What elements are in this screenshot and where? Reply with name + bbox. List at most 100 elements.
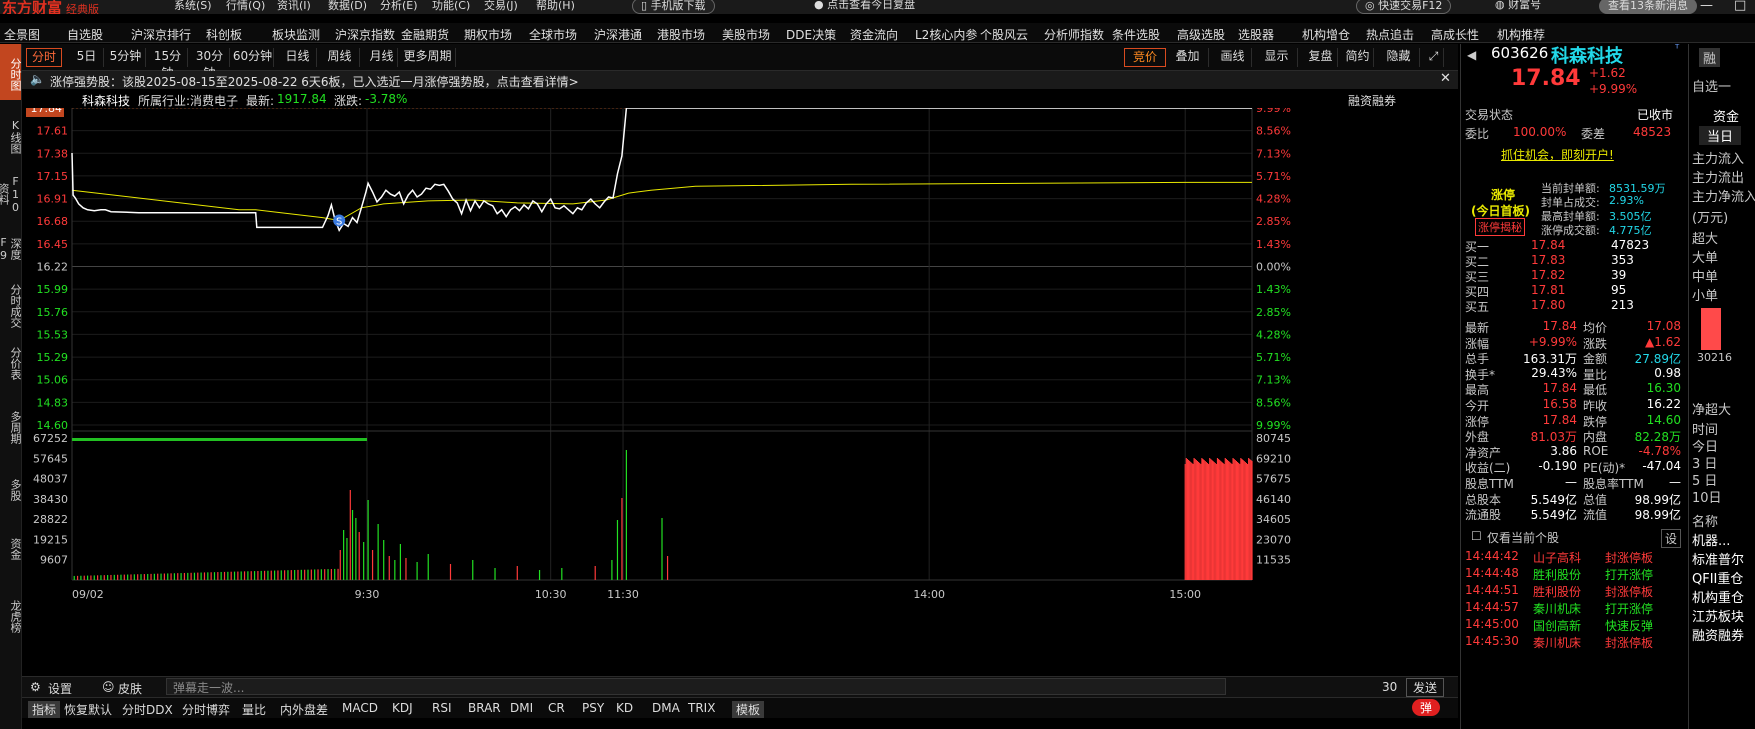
indicator-3[interactable]: 分时DDX [122, 701, 173, 718]
chart-tool-5[interactable]: 复盘 [1304, 48, 1338, 67]
left-nav-6[interactable]: 分价表 [0, 336, 22, 386]
tick-stock[interactable]: 胜利股份 [1533, 583, 1581, 600]
nav-8[interactable]: 期权市场 [464, 26, 512, 43]
sector-name[interactable]: 江苏板块 [1692, 606, 1744, 625]
period-1[interactable]: 分时 [26, 48, 62, 67]
limit-up-notice[interactable]: 🔈 涨停强势股：该股2025-08-15至2025-08-22 6天6板，已入选… [22, 71, 1458, 89]
chart-tool-2[interactable]: 叠加 [1167, 48, 1209, 67]
left-nav-1[interactable]: 分时图 [0, 44, 22, 100]
fund-tab[interactable]: 资金 [1713, 106, 1739, 125]
period-4[interactable]: 15分钟 [148, 48, 188, 80]
ticker-settings-button[interactable]: 设 [1661, 529, 1682, 548]
chart-tool-4[interactable]: 显示 [1256, 48, 1298, 67]
indicator-14[interactable]: KD [616, 701, 633, 715]
nav-23[interactable]: 高成长性 [1431, 26, 1479, 43]
prev-stock-icon[interactable]: ◀ [1467, 48, 1476, 62]
left-nav-4[interactable]: 深度F9 [0, 224, 22, 270]
nav-1[interactable]: 全景图 [4, 26, 40, 43]
indicator-12[interactable]: CR [548, 701, 565, 715]
nav-9[interactable]: 全球市场 [529, 26, 577, 43]
period-3[interactable]: 5分钟 [106, 48, 146, 67]
nav-14[interactable]: 资金流向 [850, 26, 898, 43]
period-2[interactable]: 5日 [70, 48, 104, 67]
indicator-17[interactable]: 模板 [732, 701, 765, 718]
nav-17[interactable]: 分析师指数 [1044, 26, 1104, 43]
nav-20[interactable]: 选股器 [1238, 26, 1274, 43]
tick-stock[interactable]: 国创高新 [1533, 617, 1581, 634]
left-nav-10[interactable]: 龙虎榜 [0, 584, 22, 644]
left-nav-9[interactable]: 资金 [0, 520, 22, 574]
chart-tool-1[interactable]: 竞价 [1124, 48, 1166, 67]
nav-16[interactable]: 个股风云 [980, 26, 1028, 43]
nav-7[interactable]: 金融期货 [401, 26, 449, 43]
indicator-7[interactable]: MACD [342, 701, 378, 715]
left-nav-2[interactable]: K线图 [0, 108, 22, 160]
danmu-input[interactable]: 弹幕走一波... [166, 678, 1226, 695]
sector-name[interactable]: 机器... [1692, 530, 1730, 549]
nav-24[interactable]: 机构推荐 [1497, 26, 1545, 43]
period-8[interactable]: 周线 [320, 48, 360, 67]
period-7[interactable]: 日线 [279, 48, 317, 67]
chart-tool-7[interactable]: 隐藏 [1378, 48, 1420, 67]
margin-trading-label[interactable]: 融资融券 [1348, 92, 1396, 109]
tag-icon[interactable]: ᵀ [1675, 42, 1679, 55]
left-nav-8[interactable]: 多股 [0, 462, 22, 514]
chart-tool-6[interactable]: 简约 [1342, 48, 1374, 67]
menu-system[interactable]: 系统(S) [174, 0, 212, 12]
intraday-chart[interactable]: 17.84 17.61 17.38 17.15 16.91 16.68 16.45 16.22… [22, 108, 1458, 676]
indicator-5[interactable]: 量比 [242, 701, 266, 718]
nav-10[interactable]: 沪深港通 [594, 26, 642, 43]
indicator-8[interactable]: KDJ [392, 701, 413, 715]
nav-3[interactable]: 沪深京排行 [131, 26, 191, 43]
indicator-13[interactable]: PSY [582, 701, 604, 715]
menu-function[interactable]: 功能(C) [432, 0, 470, 12]
sector-name[interactable]: 标准普尔 [1692, 549, 1744, 568]
indicator-9[interactable]: RSI [432, 701, 452, 715]
nav-13[interactable]: DDE决策 [786, 26, 836, 43]
tick-stock[interactable]: 胜利股份 [1533, 566, 1581, 583]
skin-button[interactable]: 皮肤 [118, 680, 142, 697]
skin-icon[interactable]: ☺ [102, 680, 115, 694]
mobile-download-button[interactable]: ▯ 手机版下载 [632, 0, 715, 14]
left-nav-7[interactable]: 多周期 [0, 394, 22, 456]
period-6[interactable]: 60分钟 [232, 48, 274, 67]
nav-22[interactable]: 热点追击 [1366, 26, 1414, 43]
nav-5[interactable]: 板块监测 [272, 26, 320, 43]
sector-name[interactable]: QFII重仓 [1692, 568, 1743, 587]
indicator-16[interactable]: TRIX [688, 701, 715, 715]
indicator-15[interactable]: DMA [652, 701, 680, 715]
gear-icon[interactable]: ⚙ [30, 680, 41, 694]
only-current-checkbox[interactable]: ☐ [1471, 529, 1482, 543]
quick-trade-button[interactable]: ◎ 快速交易F12 [1356, 0, 1452, 14]
nav-11[interactable]: 港股市场 [657, 26, 705, 43]
sector-name[interactable]: 机构重仓 [1692, 587, 1744, 606]
menu-news[interactable]: 资讯(I) [277, 0, 311, 12]
settings-button[interactable]: 设置 [48, 680, 72, 697]
left-nav-5[interactable]: 分时成交 [0, 276, 22, 332]
margin-side-button[interactable]: 融 [1699, 48, 1721, 67]
review-link[interactable]: ● 点击查看今日复盘 [806, 0, 923, 14]
nav-6[interactable]: 沪深京指数 [335, 26, 395, 43]
industry-value[interactable]: 消费电子 [190, 92, 238, 109]
limit-reveal-button[interactable]: 涨停揭秘 [1475, 218, 1525, 236]
period-5[interactable]: 30分钟 [190, 48, 230, 80]
nav-21[interactable]: 机构增仓 [1302, 26, 1350, 43]
sector-name[interactable]: 融资融券 [1692, 625, 1744, 644]
watchlist-select[interactable]: 自选一 [1692, 76, 1731, 95]
indicator-1[interactable]: 指标 [28, 701, 61, 718]
period-9[interactable]: 月线 [366, 48, 398, 67]
send-button[interactable]: 发送 [1406, 678, 1445, 697]
nav-15[interactable]: L2核心内参 [915, 26, 977, 43]
today-tab[interactable]: 当日 [1699, 126, 1742, 145]
menu-analysis[interactable]: 分析(E) [380, 0, 418, 12]
news-button[interactable]: 查看13条新消息 [1599, 0, 1697, 14]
left-nav-3[interactable]: F10资料 [0, 168, 22, 216]
menu-quote[interactable]: 行情(Q) [226, 0, 265, 12]
nav-18[interactable]: 条件选股 [1112, 26, 1160, 43]
menu-data[interactable]: 数据(D) [328, 0, 367, 12]
indicator-6[interactable]: 内外盘差 [280, 701, 328, 718]
only-current-label[interactable]: 仅看当前个股 [1487, 529, 1559, 546]
close-icon[interactable]: ✕ [1440, 71, 1451, 86]
tick-stock[interactable]: 秦川机床 [1533, 634, 1581, 651]
menu-help[interactable]: 帮助(H) [536, 0, 575, 12]
